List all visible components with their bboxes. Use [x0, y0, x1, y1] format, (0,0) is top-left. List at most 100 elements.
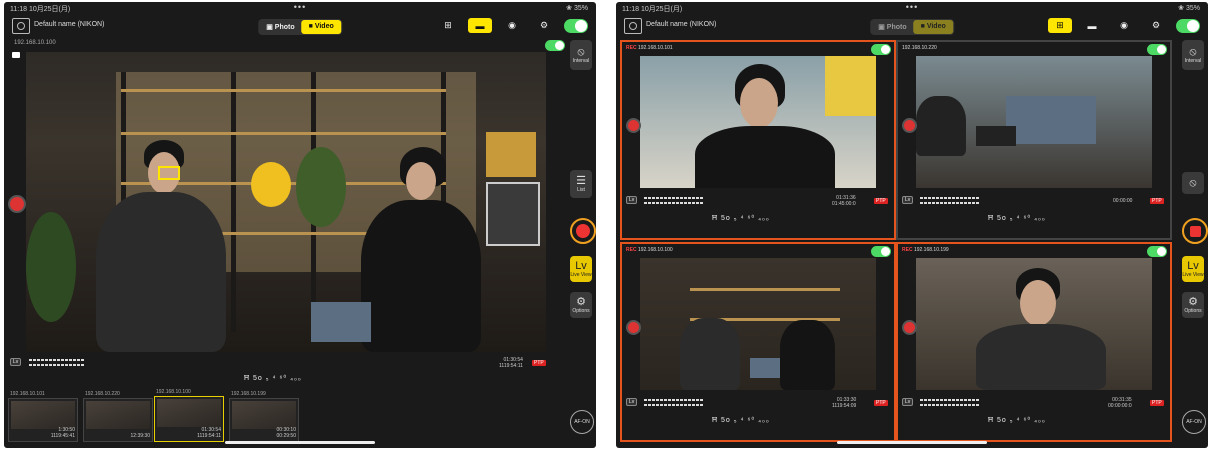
lv-tag: Lv: [10, 358, 22, 366]
photo-mode-button[interactable]: ▣ Photo: [871, 20, 913, 34]
status-time: 11:18 10月25日(月): [10, 6, 71, 13]
single-view-icon[interactable]: ▬: [468, 18, 492, 33]
thumbnail-ip: 192.168.10.101: [10, 391, 45, 397]
lv-tag: Lv: [626, 196, 638, 204]
tile-shutter-info: Ħ 5o ₅ ⁴ ⁶⁰ ₄₀₀: [712, 417, 770, 424]
audio-meter: [920, 197, 980, 199]
camera-device-icon[interactable]: [624, 18, 642, 34]
tile-toggle[interactable]: [871, 44, 891, 55]
interval-label: Interval: [1184, 57, 1202, 64]
prohibit-icon: ⦸: [1189, 45, 1197, 58]
live-view-button[interactable]: Lv Live View: [570, 256, 592, 282]
thumbnail-1[interactable]: 192.168.10.101 1:30:50 1119:45:41: [8, 391, 78, 442]
list-button[interactable]: ☰ List: [570, 170, 592, 198]
prohibit-icon: ⦸: [1189, 176, 1197, 189]
interval-button[interactable]: ⦸ Interval: [1182, 40, 1204, 70]
photo-label: Photo: [886, 24, 907, 31]
tile-timecode: 01:31:36 01:45:00:0: [832, 195, 856, 207]
video-mode-button[interactable]: ■ Video: [301, 20, 341, 34]
lv-label: Lv: [1187, 259, 1199, 272]
mode-switch: ▣ Photo ■ Video: [258, 19, 342, 35]
camera-device-icon[interactable]: [12, 18, 30, 34]
af-on-button[interactable]: AF-ON: [570, 410, 594, 434]
tile-toggle[interactable]: [1147, 246, 1167, 257]
tile-shutter-info: Ħ 5o ₅ ⁴ ⁶⁰ ₄₀₀: [988, 215, 1046, 222]
tile-video[interactable]: [916, 258, 1152, 390]
interval-label: Interval: [572, 57, 590, 64]
tile-record-dot[interactable]: [626, 118, 641, 133]
tile-record-dot[interactable]: [626, 320, 641, 335]
device-name[interactable]: Default name (NIKON): [34, 21, 104, 28]
home-indicator: [837, 441, 987, 444]
options-button[interactable]: ⚙ Options: [1182, 292, 1204, 318]
live-view-label: Live View: [1182, 271, 1204, 278]
gear-icon[interactable]: ⚙: [532, 18, 556, 33]
photo-mode-button[interactable]: ▣ Photo: [259, 20, 301, 34]
tile-ip: 192.168.10.101: [637, 45, 673, 51]
ptp-badge: PTP: [1150, 400, 1164, 406]
camera-tile-1[interactable]: REC 192.168.10.101 Lv 01:31:36 01:45:00:…: [620, 40, 896, 240]
camera-tile-3[interactable]: REC 192.168.10.100 Lv 01:33:30 1119:54:0…: [620, 242, 896, 442]
lv-label: Lv: [575, 259, 587, 272]
options-button[interactable]: ⚙ Options: [570, 292, 592, 318]
list-icon: ☰: [576, 174, 586, 187]
camera-tile-4[interactable]: REC 192.168.10.199 Lv 00:31:35 00:00:00:…: [896, 242, 1172, 442]
device-name[interactable]: Default name (NIKON): [646, 21, 716, 28]
location-pin-icon[interactable]: ◉: [500, 18, 524, 33]
connection-toggle[interactable]: [1176, 18, 1200, 33]
video-mode-button[interactable]: ■ Video: [913, 20, 953, 34]
toolbar-icons: ⊞ ▬ ◉ ⚙: [1048, 18, 1200, 33]
prohibit-icon: ⦸: [577, 45, 585, 58]
mode-switch: ▣ Photo ■ Video: [870, 19, 954, 35]
record-dot-button[interactable]: [8, 195, 26, 213]
shutter-info: Ħ 5o ₅ ⁴ ⁶⁰ ₄₀₀: [244, 375, 302, 382]
ptp-badge: PTP: [532, 360, 546, 366]
gear-icon[interactable]: ⚙: [1144, 18, 1168, 33]
tile-header: 192.168.10.220: [902, 45, 937, 51]
status-dots: •••: [293, 2, 307, 12]
toolbar-icons: ⊞ ▬ ◉ ⚙: [436, 18, 588, 33]
camera-toggle[interactable]: [545, 40, 565, 51]
status-battery: ❀ 35%: [1178, 5, 1200, 12]
location-pin-icon[interactable]: ◉: [1112, 18, 1136, 33]
live-view-label: Live View: [570, 271, 592, 278]
tile-toggle[interactable]: [1147, 44, 1167, 55]
home-indicator: [225, 441, 375, 444]
lv-tag: Lv: [902, 398, 914, 406]
tile-video[interactable]: [640, 56, 876, 188]
photo-label: Photo: [274, 24, 295, 31]
options-label: Options: [572, 307, 590, 314]
thumbnail-3-selected[interactable]: 192.168.10.100 01:30:54 1119:54:11: [154, 389, 224, 442]
interval-button[interactable]: ⦸ Interval: [570, 40, 592, 70]
thumbnail-info: 01:30:54 1119:54:11: [197, 427, 221, 439]
prohibit-button[interactable]: ⦸: [1182, 172, 1204, 194]
record-button[interactable]: [1182, 218, 1208, 244]
record-button[interactable]: [570, 218, 596, 244]
grid-view-icon[interactable]: ⊞: [436, 18, 460, 33]
camera-tile-2[interactable]: 192.168.10.220 Lv 00:00:00 PTP Ħ 5o ₅ ⁴ …: [896, 40, 1172, 240]
audio-meter: [920, 404, 980, 406]
tile-toggle[interactable]: [871, 246, 891, 257]
af-on-button[interactable]: AF-ON: [1182, 410, 1206, 434]
thumbnail-2[interactable]: 192.168.10.220 12:39:30: [83, 391, 153, 442]
thumbnail-4[interactable]: 192.168.10.199 00:30:10 00:29:50: [229, 391, 299, 442]
tile-record-dot[interactable]: [902, 118, 917, 133]
tile-shutter-info: Ħ 5o ₅ ⁴ ⁶⁰ ₄₀₀: [988, 417, 1046, 424]
tile-video[interactable]: [640, 258, 876, 390]
tile-ip: 192.168.10.199: [913, 247, 949, 253]
ipad-single-view: 11:18 10月25日(月) ••• ❀ 35% Default name (…: [4, 2, 596, 448]
live-view-image[interactable]: [26, 52, 546, 352]
status-battery: ❀ 35%: [566, 5, 588, 12]
tile-video[interactable]: [916, 56, 1152, 188]
tile-header: REC 192.168.10.101: [626, 45, 673, 51]
single-view-icon[interactable]: ▬: [1080, 18, 1104, 33]
live-view-button[interactable]: Lv Live View: [1182, 256, 1204, 282]
audio-meter: [644, 399, 704, 401]
audio-meter: [644, 197, 704, 199]
thumbnail-ip: 192.168.10.199: [231, 391, 266, 397]
video-label: Video: [926, 23, 946, 30]
grid-view-icon[interactable]: ⊞: [1048, 18, 1072, 33]
lv-tag: Lv: [902, 196, 914, 204]
connection-toggle[interactable]: [564, 18, 588, 33]
tile-record-dot[interactable]: [902, 320, 917, 335]
